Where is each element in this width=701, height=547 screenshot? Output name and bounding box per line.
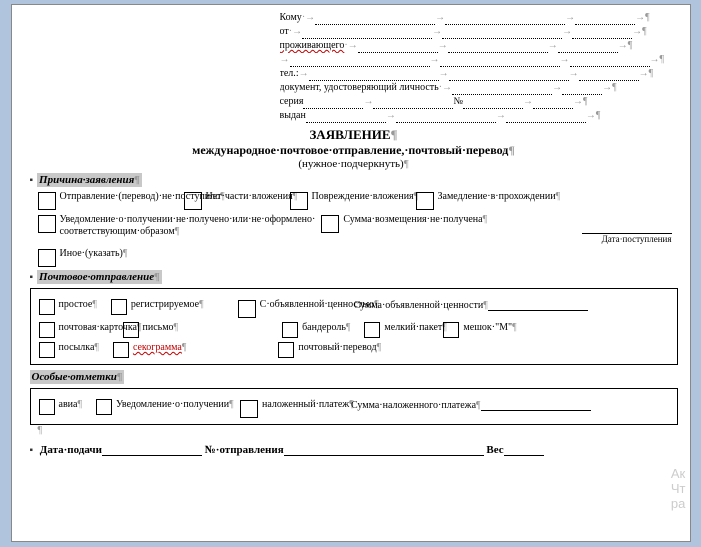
checkbox[interactable] — [240, 400, 258, 418]
checkbox[interactable] — [443, 322, 459, 338]
document-page: Кому·→→→→ от·→→→→ проживающего·→→→→ →→→→… — [11, 4, 691, 542]
checkbox[interactable] — [38, 192, 56, 210]
checkbox[interactable] — [111, 299, 127, 315]
opt-other: Иное·(указать) — [60, 248, 123, 259]
section-postal: Почтовое·отправление — [39, 271, 154, 283]
subtitle: международное·почтовое·отправление,·почт… — [192, 143, 508, 157]
label-cod-sum: Сумма·наложенного·платежа — [351, 400, 476, 411]
checkbox[interactable] — [364, 322, 380, 338]
checkbox[interactable] — [39, 399, 55, 415]
checkbox[interactable] — [38, 249, 56, 267]
checkbox[interactable] — [416, 192, 434, 210]
header-block: Кому·→→→→ от·→→→→ проживающего·→→→→ →→→→… — [280, 11, 678, 123]
label-series: серия — [280, 96, 304, 107]
checkbox[interactable] — [184, 192, 202, 210]
checkbox[interactable] — [39, 299, 55, 315]
section-reason: Причина·заявления — [39, 174, 134, 186]
label-declared-sum: Сумма·объявленной·ценности — [354, 300, 484, 311]
title: ЗАЯВЛЕНИЕ — [309, 127, 390, 142]
marks-box: авиа Уведомление·о·получении наложенный·… — [30, 388, 678, 425]
opt-letter: письмо — [143, 322, 174, 334]
checkbox[interactable] — [238, 300, 256, 318]
checkbox[interactable] — [278, 342, 294, 358]
label-weight: Вес — [486, 444, 503, 456]
opt-registered: регистрируемое — [131, 299, 199, 311]
label-issued: выдан — [280, 110, 306, 121]
label-submit-date: Дата·подачи — [40, 444, 102, 456]
section-marks: Особые·отметки — [32, 371, 117, 383]
label-to: Кому — [280, 12, 302, 23]
checkbox[interactable] — [282, 322, 298, 338]
opt-damage: Повреждение·вложения — [312, 191, 414, 202]
label-phone: тел. — [280, 68, 296, 79]
label-doc: документ, удостоверяющий личность — [280, 82, 439, 93]
opt-notice-a: Уведомление·о·получении·не·получено·или·… — [60, 214, 316, 225]
checkbox[interactable] — [290, 192, 308, 210]
label-from: от — [280, 26, 289, 37]
label-residing: проживающего — [280, 40, 345, 51]
opt-simple: простое — [59, 299, 93, 311]
opt-notice-b: соответствующим·образом — [60, 226, 175, 237]
label-number: № — [453, 96, 463, 107]
opt-delay: Замедление·в·прохождении — [438, 191, 556, 202]
opt-sekogram: секограмма — [133, 342, 182, 354]
date-received-label: Дата·поступления — [602, 234, 672, 244]
opt-small-packet: мелкий·пакет — [384, 322, 442, 333]
checkbox[interactable] — [38, 215, 56, 233]
checkbox[interactable] — [123, 322, 139, 338]
opt-cod: наложенный·платеж — [262, 399, 349, 410]
postal-box: простое регистрируемое С·объявленной·цен… — [30, 288, 678, 365]
opt-notice: Уведомление·о·получении — [116, 399, 229, 410]
checkbox[interactable] — [96, 399, 112, 415]
opt-missing-part: Нет·части·вложения — [206, 191, 293, 202]
opt-parcel: посылка — [59, 342, 95, 354]
checkbox[interactable] — [113, 342, 129, 358]
opt-avia: авиа — [59, 399, 78, 411]
checkbox[interactable] — [39, 342, 55, 358]
opt-banderol: бандероль — [302, 322, 346, 334]
checkbox[interactable] — [321, 215, 339, 233]
label-shipment-no: №·отправления — [205, 444, 284, 456]
opt-money-order: почтовый·перевод — [298, 342, 376, 354]
watermark: АкЧтра — [671, 466, 686, 511]
note-underline: (нужное·подчеркнуть) — [298, 158, 403, 170]
opt-refund: Сумма·возмещения·не·получена — [343, 214, 482, 225]
opt-bag-m: мешок·"М" — [463, 322, 512, 334]
checkbox[interactable] — [39, 322, 55, 338]
